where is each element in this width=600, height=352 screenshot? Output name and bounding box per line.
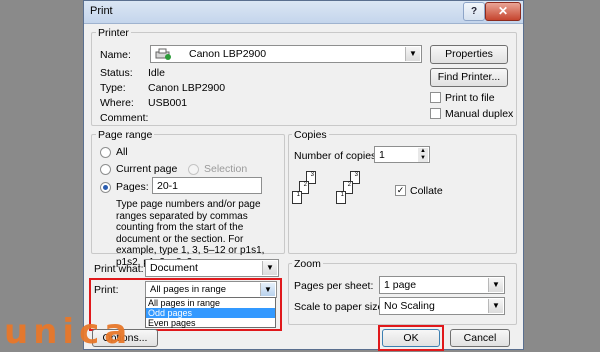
print-combo-value: All pages in range	[150, 284, 227, 295]
close-button[interactable]: ✕	[485, 2, 521, 21]
all-radio-label[interactable]: All	[116, 146, 128, 158]
name-label: Name:	[100, 49, 131, 61]
page-range-help-text: Type page numbers and/or page ranges sep…	[116, 199, 265, 268]
number-of-copies-label: Number of copies:	[294, 150, 380, 162]
pages-input[interactable]: 20-1	[152, 177, 262, 194]
where-label: Where:	[100, 97, 134, 109]
printer-section-label: Printer	[96, 27, 131, 39]
pages-per-sheet-combo[interactable]: 1 page ▼	[379, 276, 505, 294]
comment-label: Comment:	[100, 112, 149, 124]
page-range-section-label: Page range	[96, 129, 155, 141]
spinner-up-icon[interactable]: ▲	[418, 148, 428, 155]
dropdown-option-even-pages[interactable]: Even pages	[146, 318, 275, 328]
manual-duplex-checkbox[interactable]	[430, 108, 441, 119]
title-bar[interactable]: Print ? ✕	[84, 1, 523, 24]
pages-radio[interactable]	[100, 182, 111, 193]
window-title: Print	[90, 5, 113, 17]
manual-duplex-label[interactable]: Manual duplex	[445, 108, 513, 120]
print-label: Print:	[94, 284, 119, 296]
print-what-label: Print what:	[94, 263, 144, 275]
print-combo[interactable]: All pages in range ▼	[145, 281, 277, 298]
watermark-text: unica	[4, 312, 133, 352]
dropdown-option-odd-pages[interactable]: Odd pages	[146, 308, 275, 318]
printer-name-value: Canon LBP2900	[189, 48, 267, 60]
copies-section-label: Copies	[292, 129, 329, 141]
collate-illustration-2: 3 2 1	[336, 171, 372, 213]
dropdown-option-all-pages[interactable]: All pages in range	[146, 298, 275, 308]
type-value: Canon LBP2900	[148, 82, 226, 94]
zoom-group	[288, 263, 517, 325]
type-label: Type:	[100, 82, 126, 94]
status-label: Status:	[100, 67, 133, 79]
spinner-down-icon[interactable]: ▼	[418, 155, 428, 162]
cancel-button[interactable]: Cancel	[450, 329, 510, 347]
collate-label[interactable]: Collate	[410, 185, 443, 197]
number-of-copies-value: 1	[379, 149, 385, 161]
pages-per-sheet-value: 1 page	[384, 279, 417, 291]
pages-input-value: 20-1	[157, 180, 179, 192]
find-printer-button[interactable]: Find Printer...	[430, 68, 508, 87]
print-what-value: Document	[150, 262, 198, 274]
where-value: USB001	[148, 97, 188, 109]
scale-to-paper-combo[interactable]: No Scaling ▼	[379, 297, 505, 315]
current-page-radio[interactable]	[100, 164, 111, 175]
printer-name-combo[interactable]: Canon LBP2900 ▼	[150, 45, 422, 63]
print-to-file-checkbox[interactable]	[430, 92, 441, 103]
pages-label[interactable]: Pages:	[116, 181, 149, 193]
zoom-section-label: Zoom	[292, 258, 323, 270]
scale-to-paper-value: No Scaling	[384, 300, 435, 312]
scale-to-paper-label: Scale to paper size:	[294, 301, 387, 313]
properties-button[interactable]: Properties	[430, 45, 508, 64]
number-of-copies-input[interactable]: 1 ▲ ▼	[374, 146, 430, 163]
selection-label: Selection	[204, 163, 248, 175]
printer-icon	[155, 48, 171, 60]
unica-watermark: unica	[4, 312, 132, 352]
ok-button[interactable]: OK	[382, 329, 440, 347]
pages-per-sheet-label: Pages per sheet:	[294, 280, 374, 292]
chevron-down-icon[interactable]: ▼	[488, 299, 503, 313]
print-to-file-label[interactable]: Print to file	[445, 92, 495, 104]
print-what-combo[interactable]: Document ▼	[145, 259, 279, 277]
collate-illustration-1: 3 2 1	[292, 171, 328, 213]
selection-radio	[188, 164, 199, 175]
chevron-down-icon[interactable]: ▼	[260, 283, 275, 296]
chevron-down-icon[interactable]: ▼	[262, 261, 277, 275]
collate-checkbox[interactable]: ✓	[395, 185, 406, 196]
current-page-label[interactable]: Current page	[116, 163, 177, 175]
help-button[interactable]: ?	[463, 2, 485, 21]
status-value: Idle	[148, 67, 165, 79]
chevron-down-icon[interactable]: ▼	[488, 278, 503, 292]
print-options-dropdown[interactable]: All pages in range Odd pages Even pages	[145, 297, 276, 328]
chevron-down-icon[interactable]: ▼	[405, 47, 420, 61]
all-radio[interactable]	[100, 147, 111, 158]
